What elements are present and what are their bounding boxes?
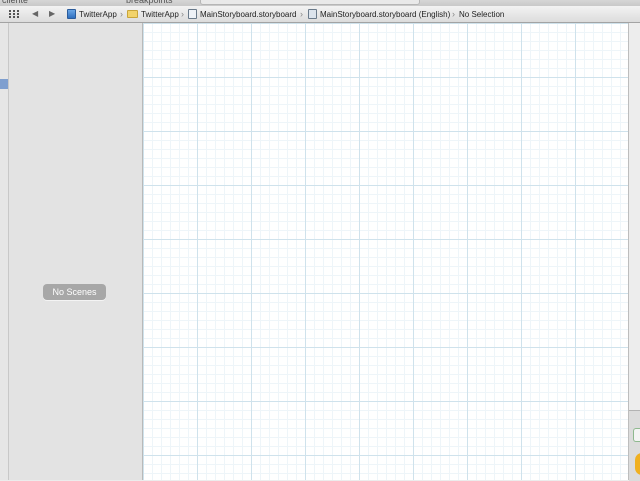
storyboard-icon xyxy=(188,9,197,19)
jumpbar-item-folder[interactable]: TwitterApp xyxy=(127,6,179,22)
jumpbar-item-storyboard[interactable]: MainStoryboard.storyboard xyxy=(188,6,297,22)
back-arrow-icon[interactable]: ◀ xyxy=(32,9,38,18)
jumpbar-item-localized-storyboard[interactable]: MainStoryboard.storyboard (English) xyxy=(308,6,450,22)
jumpbar-selection-label: No Selection xyxy=(459,9,505,19)
activity-view xyxy=(200,0,420,5)
library-object-icon[interactable] xyxy=(635,453,640,475)
jumpbar-folder-label: TwitterApp xyxy=(141,9,179,19)
no-scenes-label: No Scenes xyxy=(43,284,106,300)
breadcrumb-separator: › xyxy=(452,9,455,19)
breadcrumb-separator: › xyxy=(181,9,184,19)
storyboard-icon xyxy=(308,9,317,19)
breadcrumb-separator: › xyxy=(300,9,303,19)
folder-icon xyxy=(127,10,138,18)
jumpbar-item-selection[interactable]: No Selection xyxy=(459,6,504,22)
jumpbar-localized-label: MainStoryboard.storyboard (English) xyxy=(320,9,451,19)
toolbar-label-left: cliente xyxy=(2,0,29,5)
document-outline: No Scenes xyxy=(9,23,143,480)
navigator-selection[interactable] xyxy=(0,79,8,89)
library-tab[interactable] xyxy=(633,428,640,442)
jumpbar-item-project[interactable]: TwitterApp xyxy=(67,6,117,22)
breadcrumb-separator: › xyxy=(120,9,123,19)
toolbar-label-breakpoints[interactable]: breakpoints xyxy=(126,0,173,5)
jumpbar-project-label: TwitterApp xyxy=(79,9,117,19)
grid-icon[interactable] xyxy=(9,10,19,18)
project-icon xyxy=(67,9,76,19)
jump-bar: ◀ ▶ TwitterApp › TwitterApp › MainStoryb… xyxy=(0,6,640,23)
storyboard-canvas[interactable] xyxy=(143,23,628,480)
utilities-panel-edge xyxy=(628,23,640,481)
navigator-edge xyxy=(0,23,9,480)
jumpbar-file-label: MainStoryboard.storyboard xyxy=(200,9,297,19)
forward-arrow-icon[interactable]: ▶ xyxy=(49,9,55,18)
